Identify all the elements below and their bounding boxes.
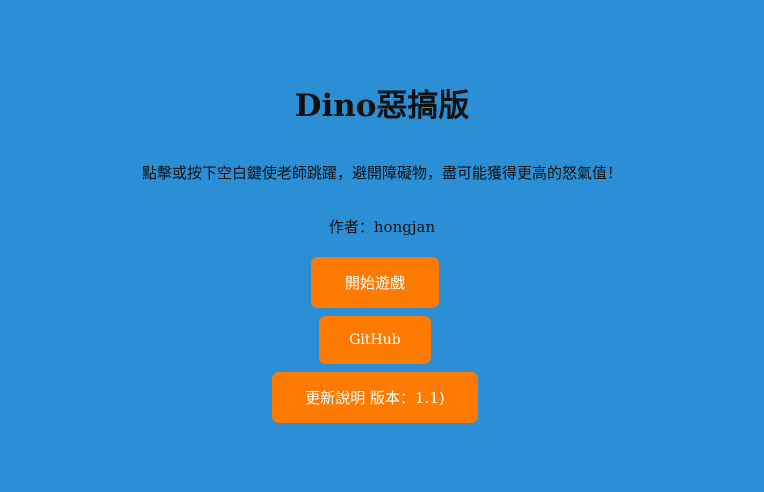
start-screen: Dino惡搞版 點擊或按下空白鍵使老師跳躍，避開障礙物，盡可能獲得更高的怒氣值！… <box>0 0 764 492</box>
update-notes-button[interactable]: 更新說明 版本：1.1) <box>272 372 478 423</box>
page-title: Dino惡搞版 <box>294 88 470 124</box>
game-description: 點擊或按下空白鍵使老師跳躍，避開障礙物，盡可能獲得更高的怒氣值！ <box>141 164 622 182</box>
author-credit: 作者：hongjan <box>328 218 436 236</box>
github-button[interactable]: GitHub <box>319 316 431 364</box>
start-game-button[interactable]: 開始遊戲 <box>311 257 439 308</box>
